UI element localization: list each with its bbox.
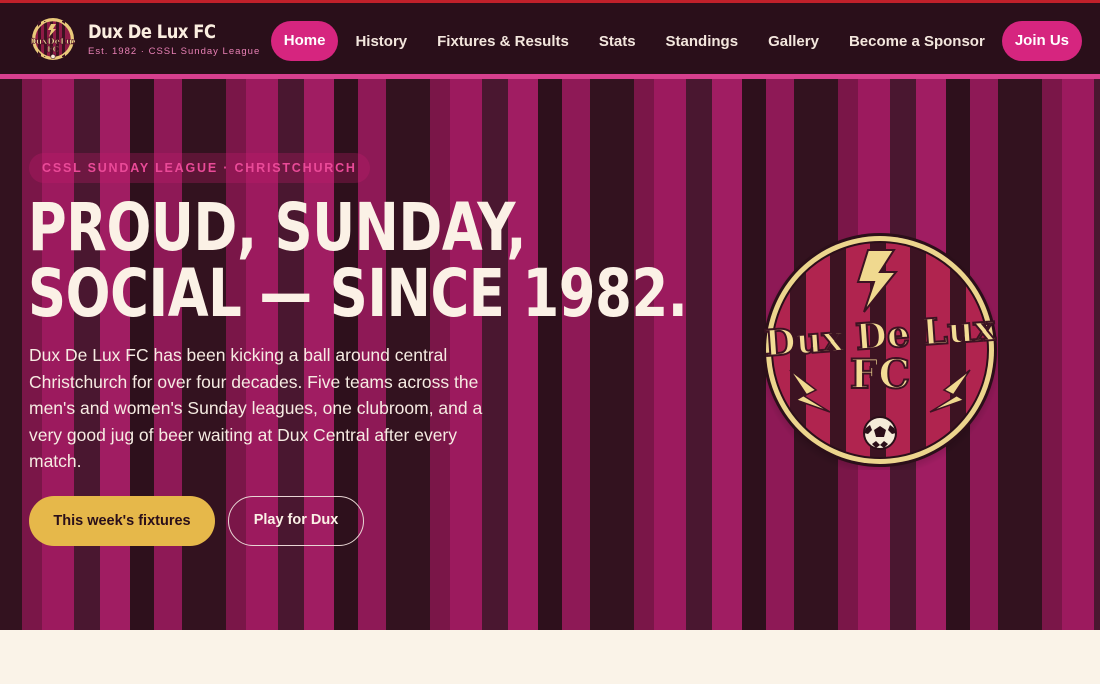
brand-text: Dux De Lux FC Est. 1982 · CSSL Sunday Le…	[88, 21, 260, 57]
brand[interactable]: DuxDeLux FC Dux De Lux FC Est. 1982 · CS…	[31, 16, 260, 62]
headline-line-1: PROUD, SUNDAY,	[28, 189, 527, 266]
football-icon	[863, 416, 897, 450]
club-crest-icon: DuxDeLux FC	[31, 18, 75, 60]
join-us-button[interactable]: Join Us	[1001, 21, 1082, 61]
hero-headline: PROUD, SUNDAY, SOCIAL — SINCE 1982.	[28, 189, 688, 332]
headline-line-2: SOCIAL — SINCE 1982.	[28, 255, 688, 332]
hero: CSSL SUNDAY LEAGUE · CHRISTCHURCH PROUD,…	[0, 79, 1100, 630]
club-crest: Dux De Lux FC	[760, 232, 1000, 470]
play-for-dux-button[interactable]: Play for Dux	[228, 496, 364, 546]
below-fold-section	[0, 630, 1100, 684]
nav-item-history[interactable]: History	[355, 33, 407, 50]
fixtures-button[interactable]: This week's fixtures	[29, 496, 215, 546]
hero-eyebrow: CSSL SUNDAY LEAGUE · CHRISTCHURCH	[29, 153, 370, 183]
crest-fc: FC	[850, 351, 910, 398]
nav-item-gallery[interactable]: Gallery	[768, 33, 819, 50]
svg-text:FC: FC	[47, 44, 59, 54]
brand-tagline: Est. 1982 · CSSL Sunday League	[88, 46, 261, 57]
hero-intro: Dux De Lux FC has been kicking a ball ar…	[29, 345, 483, 471]
nav-item-stats[interactable]: Stats	[599, 33, 636, 50]
site-header: DuxDeLux FC Dux De Lux FC Est. 1982 · CS…	[0, 3, 1100, 74]
nav-item-become-sponsor[interactable]: Become a Sponsor	[849, 33, 985, 50]
brand-name: Dux De Lux FC	[88, 21, 216, 43]
main-nav: Home History Fixtures & Results Stats St…	[270, 21, 1082, 61]
nav-item-standings[interactable]: Standings	[666, 33, 739, 50]
nav-item-fixtures-results[interactable]: Fixtures & Results	[437, 33, 569, 50]
nav-item-home[interactable]: Home	[270, 21, 339, 61]
